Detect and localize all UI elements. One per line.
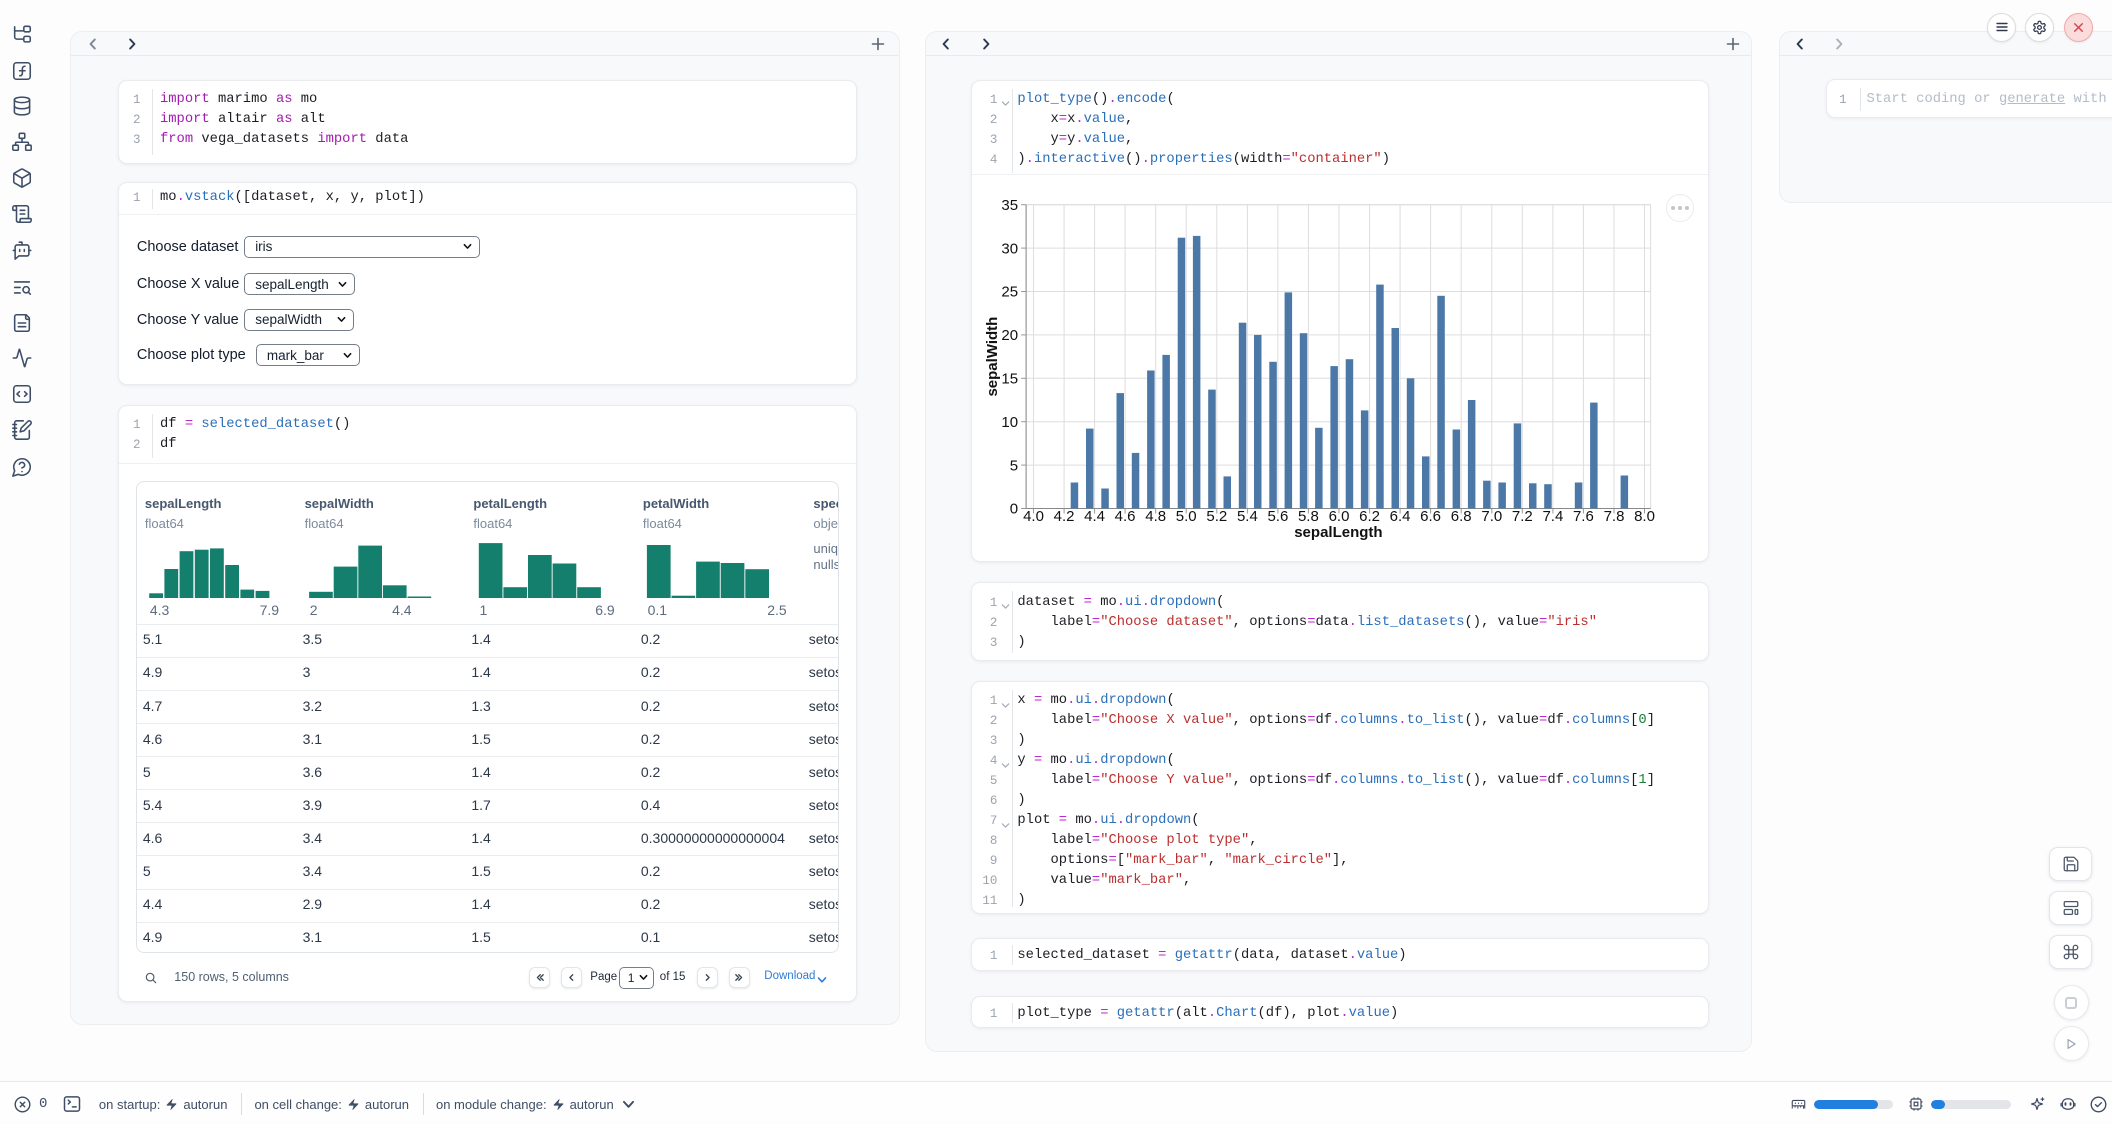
svg-text:6.6: 6.6 [1421,508,1442,525]
svg-text:4.6: 4.6 [1115,508,1136,525]
svg-text:5.2: 5.2 [1207,508,1228,525]
svg-text:5.0: 5.0 [1176,508,1197,525]
svg-text:4.4: 4.4 [1085,508,1106,525]
svg-text:35: 35 [1002,197,1019,214]
svg-text:0: 0 [1010,501,1018,518]
svg-text:4.2: 4.2 [1054,508,1075,525]
svg-text:6.4: 6.4 [1390,508,1411,525]
svg-text:25: 25 [1002,284,1019,301]
svg-text:4.0: 4.0 [1023,508,1044,525]
svg-text:6.2: 6.2 [1360,508,1381,525]
svg-text:5.8: 5.8 [1298,508,1319,525]
svg-text:6.8: 6.8 [1451,508,1472,525]
svg-text:6.0: 6.0 [1329,508,1350,525]
svg-text:7.6: 7.6 [1573,508,1594,525]
svg-text:30: 30 [1002,240,1019,257]
svg-text:20: 20 [1002,327,1019,344]
svg-text:7.8: 7.8 [1604,508,1625,525]
svg-text:4.8: 4.8 [1146,508,1167,525]
svg-text:7.2: 7.2 [1512,508,1533,525]
svg-text:sepalWidth: sepalWidth [984,317,1001,397]
svg-text:10: 10 [1002,414,1019,431]
svg-text:7.4: 7.4 [1543,508,1564,525]
svg-text:7.0: 7.0 [1482,508,1503,525]
svg-text:5: 5 [1010,457,1018,474]
svg-text:8.0: 8.0 [1634,508,1655,525]
svg-text:5.4: 5.4 [1237,508,1258,525]
svg-text:sepalLength: sepalLength [1295,524,1383,541]
svg-text:15: 15 [1002,370,1019,387]
svg-text:5.6: 5.6 [1268,508,1289,525]
